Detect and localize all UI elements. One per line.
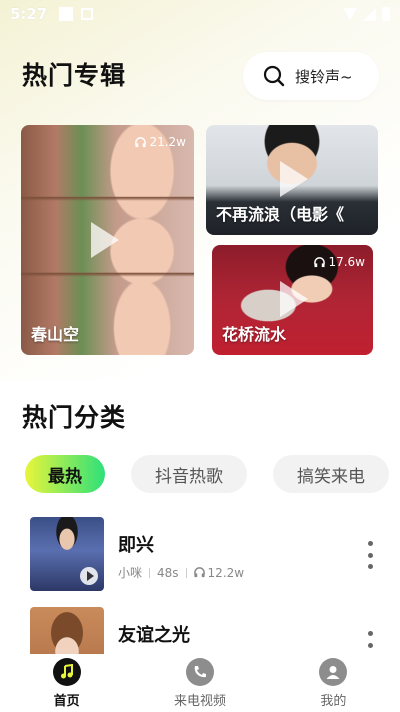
chip-funny-ringtone[interactable]: 搞笑来电 <box>273 455 389 493</box>
nav-home-label: 首页 <box>53 693 80 709</box>
chip-douyin-hits[interactable]: 抖音热歌 <box>131 455 247 493</box>
song-title: 即兴 <box>118 535 154 556</box>
play-icon <box>91 222 119 258</box>
album-name: 春山空 <box>31 325 80 344</box>
play-icon[interactable] <box>80 567 98 585</box>
song-duration: 48s <box>157 565 179 580</box>
user-icon <box>319 657 348 686</box>
list-item[interactable]: 即兴 小咪 48s 12.2w <box>0 517 400 593</box>
album-name: 不再流浪（电影《 <box>216 205 345 224</box>
play-icon <box>280 281 308 317</box>
album-card[interactable]: 不再流浪（电影《 <box>206 125 378 235</box>
nav-video-label: 来电视频 <box>173 693 226 709</box>
album-plays: 21.2w <box>135 135 186 149</box>
search-placeholder: 搜铃声~ <box>295 67 353 86</box>
play-icon <box>280 161 308 197</box>
battery-icon <box>382 7 390 21</box>
song-meta: 小咪 48s 12.2w <box>118 564 244 581</box>
chip-hottest[interactable]: 最热 <box>25 455 105 493</box>
divider <box>149 567 151 578</box>
bottom-nav: 首页 来电视频 我的 <box>0 654 400 712</box>
album-card[interactable]: 21.2w 春山空 <box>21 125 194 355</box>
category-section-title: 热门分类 <box>22 403 127 432</box>
album-card[interactable]: 17.6w 花桥流水 <box>212 245 373 355</box>
music-note-icon <box>52 657 81 686</box>
category-chips: 最热 抖音热歌 搞笑来电 <box>0 455 400 493</box>
status-time: 5:27 <box>10 5 48 23</box>
status-bar: 5:27 <box>0 0 400 28</box>
song-plays: 12.2w <box>207 565 245 580</box>
wifi-icon <box>343 8 357 20</box>
song-cover <box>30 517 104 591</box>
search-icon <box>263 65 285 87</box>
nav-home[interactable]: 首页 <box>0 654 133 712</box>
nav-me-label: 我的 <box>320 693 347 709</box>
nav-video[interactable]: 来电视频 <box>133 654 266 712</box>
more-options-icon[interactable] <box>364 541 376 569</box>
notification-icon <box>59 7 74 21</box>
headphones-icon <box>193 567 205 578</box>
album-plays: 17.6w <box>314 255 365 269</box>
divider <box>185 567 187 578</box>
notification-icon-2 <box>81 8 94 20</box>
headphones-icon <box>135 136 147 147</box>
nav-me[interactable]: 我的 <box>267 654 400 712</box>
headphones-icon <box>314 256 326 267</box>
search-button[interactable]: 搜铃声~ <box>243 52 379 100</box>
page-title: 热门专辑 <box>22 61 127 90</box>
album-name: 花桥流水 <box>222 325 287 344</box>
song-title: 友谊之光 <box>118 625 190 646</box>
signal-icon <box>363 7 376 21</box>
phone-icon <box>185 657 214 686</box>
song-artist: 小咪 <box>118 566 143 580</box>
